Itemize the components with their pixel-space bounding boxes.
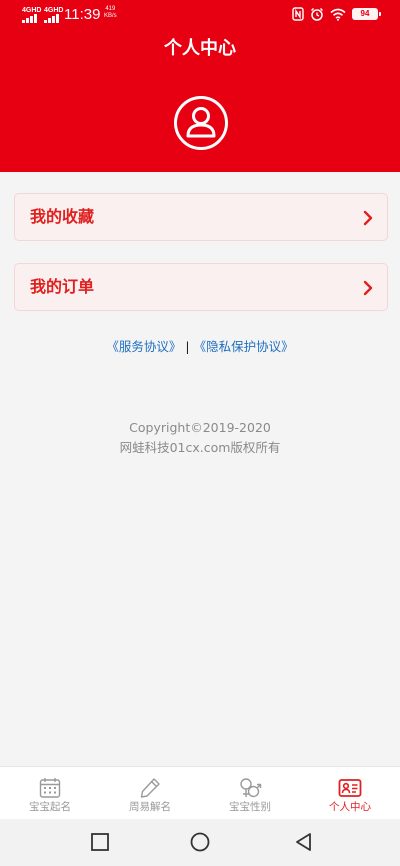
clock: 11:39: [64, 6, 101, 23]
agreement-links: 《服务协议》 | 《隐私保护协议》: [0, 338, 400, 356]
orders-label: 我的订单: [30, 277, 95, 296]
tab-name-interpretation[interactable]: 周易解名: [100, 767, 200, 820]
copyright-owner: 网蛙科技01cx.com版权所有: [119, 440, 281, 455]
tab-label: 宝宝起名: [29, 801, 71, 813]
home-icon[interactable]: [189, 831, 211, 853]
favorites-label: 我的收藏: [30, 207, 95, 226]
copyright: Copyright©2019-2020 网蛙科技01cx.com版权所有: [0, 418, 400, 458]
link-separator: |: [185, 339, 190, 354]
chevron-right-icon: [363, 210, 373, 226]
favorites-item[interactable]: 我的收藏: [14, 193, 388, 241]
back-icon[interactable]: [293, 831, 315, 853]
tab-label: 个人中心: [329, 801, 371, 813]
pencil-icon: [140, 778, 160, 798]
tab-baby-naming[interactable]: 宝宝起名: [0, 767, 100, 820]
signal-icon: 4GHD: [22, 7, 42, 23]
bottom-tab-bar: 宝宝起名 周易解名 宝宝性别 个人中心: [0, 766, 400, 819]
gender-icon: [240, 778, 262, 798]
battery-level: 94: [360, 9, 370, 18]
tab-label: 宝宝性别: [229, 801, 271, 813]
wifi-icon: [330, 8, 346, 21]
network-speed-unit: KB/s: [104, 13, 117, 19]
recent-apps-icon[interactable]: [89, 831, 111, 853]
nfc-icon: [292, 7, 304, 21]
page-title: 个人中心: [164, 38, 236, 59]
chevron-right-icon: [363, 280, 373, 296]
id-card-icon: [338, 779, 362, 797]
tab-personal-center[interactable]: 个人中心: [300, 767, 400, 820]
copyright-text: Copyright©2019-2020: [129, 420, 271, 435]
tab-label: 周易解名: [129, 801, 171, 813]
privacy-agreement-link[interactable]: 《隐私保护协议》: [194, 339, 294, 354]
orders-item[interactable]: 我的订单: [14, 263, 388, 311]
signal-icon: 4GHD: [44, 7, 64, 23]
user-avatar-icon[interactable]: [173, 95, 229, 151]
calendar-icon: [39, 778, 61, 798]
network-speed-value: 419: [105, 6, 116, 12]
status-bar: 4GHD 4GHD 11:39 419 KB/s 94: [0, 0, 400, 32]
service-agreement-link[interactable]: 《服务协议》: [106, 339, 181, 354]
alarm-icon: [311, 8, 323, 21]
system-navigation-bar: [0, 819, 400, 866]
battery-icon: 94: [352, 8, 381, 20]
tab-baby-gender[interactable]: 宝宝性别: [200, 767, 300, 820]
network-speed: 419 KB/s: [104, 6, 117, 20]
header: 4GHD 4GHD 11:39 419 KB/s 94 个人中心: [0, 0, 400, 172]
